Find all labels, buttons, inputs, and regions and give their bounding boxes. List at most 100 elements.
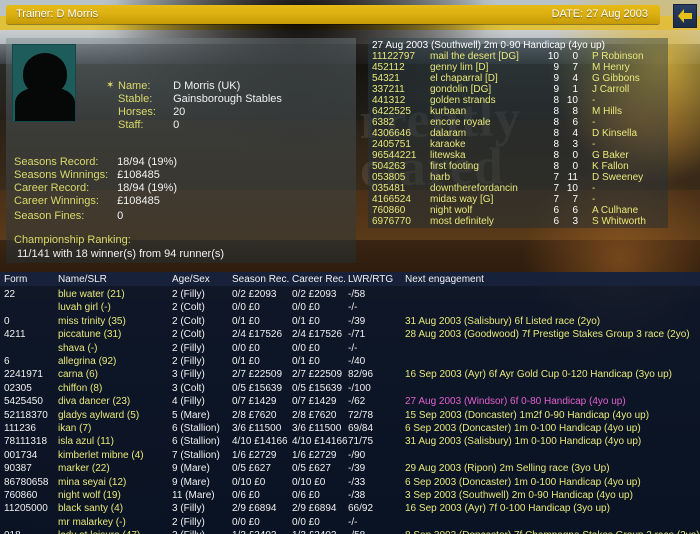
cell-career-record: 0/1 £0 xyxy=(292,356,320,367)
cell-age-sex: 2 (Filly) xyxy=(172,343,205,354)
race-weight-pounds: 11 xyxy=(564,172,578,183)
cell-form: 2241971 xyxy=(4,369,43,380)
race-horse-name: night wolf xyxy=(430,205,472,216)
cell-next-engagement: 29 Aug 2003 (Ripon) 2m Selling race (3yo… xyxy=(405,463,610,474)
race-horse-name: downtherefordancin xyxy=(430,183,518,194)
cell-age-sex: 9 (Mare) xyxy=(172,463,210,474)
cell-career-record: 0/2 £2093 xyxy=(292,289,337,300)
race-horse-name: golden strands xyxy=(430,95,496,106)
cell-career-record: 0/1 £0 xyxy=(292,316,320,327)
field-stable: Stable: Gainsborough Stables xyxy=(118,93,282,105)
cell-career-record: 3/6 £11500 xyxy=(292,423,341,434)
cell-form: 6 xyxy=(4,356,10,367)
cell-name: isla azul (11) xyxy=(58,436,114,447)
col-header-age[interactable]: Age/Sex xyxy=(172,274,210,285)
table-row[interactable]: shava (-)2 (Filly)0/0 £00/0 £0-/- xyxy=(0,342,700,356)
race-weight-stone: 9 xyxy=(545,62,559,73)
championship-ranking-value: 11/141 with 18 winner(s) from 94 runner(… xyxy=(17,248,224,260)
race-form: 053805 xyxy=(372,172,405,183)
table-row[interactable]: 02305chiffon (8)3 (Colt)0/5 £156390/5 £1… xyxy=(0,382,700,396)
cell-season-record: 1/6 £2729 xyxy=(232,450,277,461)
cell-name: gladys aylward (5) xyxy=(58,410,139,421)
col-header-form[interactable]: Form xyxy=(4,274,27,285)
race-horse-name: mail the desert [DG] xyxy=(430,51,519,62)
cell-age-sex: 5 (Mare) xyxy=(172,410,210,421)
table-row[interactable]: 6allegrina (92)2 (Filly)0/1 £00/1 £0-/40 xyxy=(0,355,700,369)
field-name: Name: D Morris (UK) xyxy=(118,80,240,92)
race-jockey: D Kinsella xyxy=(592,128,637,139)
stat-season-fines: Season Fines: 0 xyxy=(14,210,123,222)
race-form: 4166524 xyxy=(372,194,411,205)
table-row[interactable]: 78111318isla azul (11)6 (Stallion)4/10 £… xyxy=(0,435,700,449)
race-form: 504263 xyxy=(372,161,405,172)
race-weight-pounds: 0 xyxy=(564,150,578,161)
cell-name: luvah girl (-) xyxy=(58,302,111,313)
cell-lwr-rtg: -/- xyxy=(348,517,357,528)
race-jockey: M Henry xyxy=(592,62,630,73)
race-horse-name: first footing xyxy=(430,161,479,172)
table-row[interactable]: 111236ikan (7)6 (Stallion)3/6 £115003/6 … xyxy=(0,422,700,436)
race-form: 452112 xyxy=(372,62,405,73)
table-row[interactable]: 5425450diva dancer (23)4 (Filly)0/7 £142… xyxy=(0,395,700,409)
race-weight-pounds: 0 xyxy=(564,51,578,62)
col-header-lwr[interactable]: LWR/RTG xyxy=(348,274,393,285)
race-weight-stone: 8 xyxy=(545,139,559,150)
col-header-career[interactable]: Career Rec. xyxy=(292,274,346,285)
cell-lwr-rtg: 82/96 xyxy=(348,369,373,380)
race-weight-pounds: 6 xyxy=(564,117,578,128)
cell-lwr-rtg: -/38 xyxy=(348,490,365,501)
cell-season-record: 2/9 £6894 xyxy=(232,503,277,514)
race-jockey: P Robinson xyxy=(592,51,644,62)
stat-seasons-winnings: Seasons Winnings: £108485 xyxy=(14,169,160,181)
avatar xyxy=(12,44,76,122)
race-jockey: - xyxy=(592,95,595,106)
cell-next-engagement: 3 Sep 2003 (Southwell) 2m 0-90 Handicap … xyxy=(405,490,633,501)
table-row[interactable]: mr malarkey (-)2 (Filly)0/0 £00/0 £0-/- xyxy=(0,516,700,530)
cell-form: 02305 xyxy=(4,383,32,394)
race-jockey: A Culhane xyxy=(592,205,638,216)
race-weight-pounds: 7 xyxy=(564,62,578,73)
race-horse-name: encore royale xyxy=(430,117,491,128)
race-weight-stone: 7 xyxy=(545,194,559,205)
cell-name: kimberlet mibne (4) xyxy=(58,450,144,461)
cell-lwr-rtg: -/- xyxy=(348,343,357,354)
cell-age-sex: 6 (Stallion) xyxy=(172,423,220,434)
cell-career-record: 2/4 £17526 xyxy=(292,329,342,340)
cell-lwr-rtg: -/39 xyxy=(348,463,365,474)
table-row[interactable]: 22blue water (21)2 (Filly)0/2 £20930/2 £… xyxy=(0,288,700,302)
col-header-next[interactable]: Next engagement xyxy=(405,274,484,285)
race-header: 27 Aug 2003 (Southwell) 2m 0-90 Handicap… xyxy=(372,40,605,51)
table-row[interactable]: 52118370gladys aylward (5)5 (Mare)2/8 £7… xyxy=(0,409,700,423)
table-row[interactable]: 4211piccatune (31)2 (Colt)2/4 £175262/4 … xyxy=(0,328,700,342)
race-weight-pounds: 3 xyxy=(564,216,578,227)
table-row[interactable]: 11205000black santy (4)3 (Filly)2/9 £689… xyxy=(0,502,700,516)
cell-lwr-rtg: -/40 xyxy=(348,356,365,367)
race-jockey: K Fallon xyxy=(592,161,629,172)
table-row[interactable]: 90387marker (22)9 (Mare)0/5 £6270/5 £627… xyxy=(0,462,700,476)
race-weight-stone: 9 xyxy=(545,73,559,84)
back-button[interactable] xyxy=(673,4,697,28)
col-header-season[interactable]: Season Rec. xyxy=(232,274,289,285)
race-weight-stone: 7 xyxy=(545,183,559,194)
table-row[interactable]: 0miss trinity (35)2 (Colt)0/1 £00/1 £0-/… xyxy=(0,315,700,329)
cell-lwr-rtg: -/100 xyxy=(348,383,371,394)
cell-season-record: 0/0 £0 xyxy=(232,302,260,313)
race-horse-name: harb xyxy=(430,172,450,183)
table-row[interactable]: 86780658mina seyai (12)9 (Mare)0/10 £00/… xyxy=(0,476,700,490)
col-header-name[interactable]: Name/SLR xyxy=(58,274,107,285)
table-row[interactable]: luvah girl (-)2 (Colt)0/0 £00/0 £0-/- xyxy=(0,301,700,315)
cell-career-record: 2/9 £6894 xyxy=(292,503,337,514)
table-row[interactable]: 760860night wolf (19)11 (Mare)0/6 £00/6 … xyxy=(0,489,700,503)
race-weight-stone: 8 xyxy=(545,95,559,106)
cell-season-record: 2/8 £7620 xyxy=(232,410,277,421)
race-form: 6422525 xyxy=(372,106,411,117)
table-row[interactable]: 018lady at leisure (47)2 (Filly)1/3 £240… xyxy=(0,529,700,534)
race-jockey: S Whitworth xyxy=(592,216,646,227)
table-row[interactable]: 2241971carna (6)3 (Filly)2/7 £225092/7 £… xyxy=(0,368,700,382)
race-weight-stone: 6 xyxy=(545,216,559,227)
cell-season-record: 3/6 £11500 xyxy=(232,423,281,434)
table-row[interactable]: 001734kimberlet mibne (4)7 (Stallion)1/6… xyxy=(0,449,700,463)
cell-name: piccatune (31) xyxy=(58,329,121,340)
race-horse-name: midas way [G] xyxy=(430,194,493,205)
race-weight-pounds: 10 xyxy=(564,95,578,106)
